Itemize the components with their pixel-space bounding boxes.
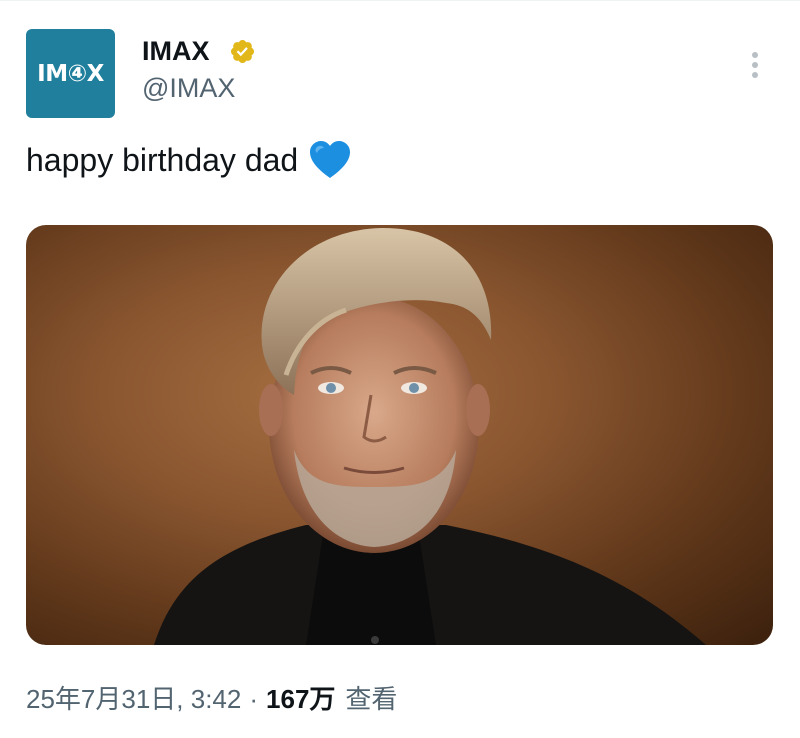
timestamp[interactable]: 25年7月31日, 3:42 [26,679,241,716]
handle[interactable]: @IMAX [142,73,235,104]
views-label: 查看 [345,684,398,714]
portrait-photo [154,227,706,645]
avatar-logo-text: IM④X [37,60,104,87]
tweet-meta: 25年7月31日, 3:42 · 167万 查看 [26,679,397,716]
tweet-text: happy birthday dad [26,141,299,178]
tweet-text-row: happy birthday dad [26,140,352,180]
meta-separator: · [249,684,259,714]
display-name[interactable]: IMAX [142,36,210,67]
tweet-card: IM④X IMAX @IMAX happy birthday dad 25年7月… [0,0,800,738]
avatar[interactable]: IM④X [26,29,115,118]
views-count: 167万 [266,684,336,714]
tweet-photo[interactable] [26,225,773,645]
more-options-icon[interactable] [744,48,766,82]
verified-badge-icon [230,39,255,64]
blue-heart-icon [310,141,351,178]
top-divider [0,0,800,1]
